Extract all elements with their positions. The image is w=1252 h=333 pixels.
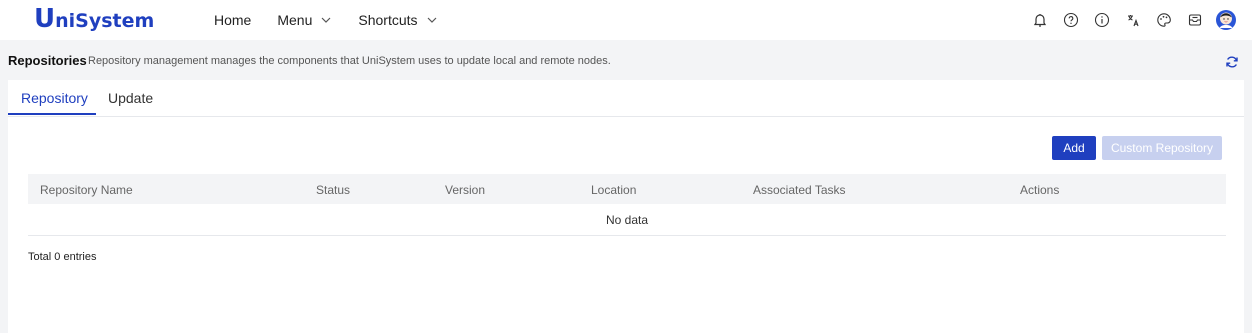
question-circle-icon[interactable] xyxy=(1059,8,1083,32)
tab-update[interactable]: Update xyxy=(108,90,153,106)
nav-menu[interactable]: Menu xyxy=(277,12,332,28)
info-circle-icon[interactable] xyxy=(1090,8,1114,32)
empty-state-text: No data xyxy=(605,213,649,227)
table-header: Repository Name Status Version Location … xyxy=(28,174,1226,204)
user-avatar-icon[interactable] xyxy=(1214,8,1238,32)
custom-repository-button[interactable]: Custom Repository xyxy=(1102,136,1222,160)
chevron-down-icon xyxy=(321,17,331,23)
header-toolbar xyxy=(1021,8,1238,32)
total-entries: Total 0 entries xyxy=(28,251,97,263)
page-description: Repository management manages the compon… xyxy=(88,55,611,67)
column-header-version[interactable]: Version xyxy=(445,183,485,197)
table-empty-row: No data xyxy=(28,204,1226,236)
nav-shortcuts[interactable]: Shortcuts xyxy=(358,12,437,28)
unisystem-logo[interactable]: UniSystem xyxy=(34,6,154,32)
page-title: Repositories xyxy=(8,53,87,68)
tab-bar: Repository Update xyxy=(8,80,1244,117)
column-header-location[interactable]: Location xyxy=(591,183,636,197)
column-header-status[interactable]: Status xyxy=(316,183,350,197)
inbox-icon[interactable] xyxy=(1183,8,1207,32)
active-tab-indicator xyxy=(8,113,96,115)
palette-icon[interactable] xyxy=(1152,8,1176,32)
main-nav: Home Menu Shortcuts xyxy=(214,0,464,40)
logo-initial: U xyxy=(34,4,56,34)
column-header-repository-name[interactable]: Repository Name xyxy=(40,183,133,197)
repositories-table: Repository Name Status Version Location … xyxy=(28,174,1226,236)
nav-shortcuts-label: Shortcuts xyxy=(358,12,418,28)
chevron-down-icon xyxy=(427,17,436,23)
nav-home-label: Home xyxy=(214,12,252,28)
tab-repository[interactable]: Repository xyxy=(21,90,88,106)
bell-icon[interactable] xyxy=(1028,8,1052,32)
content-panel: Repository Update Add Custom Repository … xyxy=(8,80,1244,333)
translate-icon[interactable] xyxy=(1121,8,1145,32)
logo-text: niSystem xyxy=(55,10,155,32)
column-header-actions: Actions xyxy=(1020,183,1060,197)
nav-menu-label: Menu xyxy=(277,12,313,28)
column-header-associated-tasks[interactable]: Associated Tasks xyxy=(753,183,846,197)
add-button[interactable]: Add xyxy=(1052,136,1096,160)
top-navigation-bar: UniSystem Home Menu Shortcuts xyxy=(0,0,1252,40)
refresh-icon[interactable] xyxy=(1225,55,1239,69)
nav-home[interactable]: Home xyxy=(214,12,251,28)
